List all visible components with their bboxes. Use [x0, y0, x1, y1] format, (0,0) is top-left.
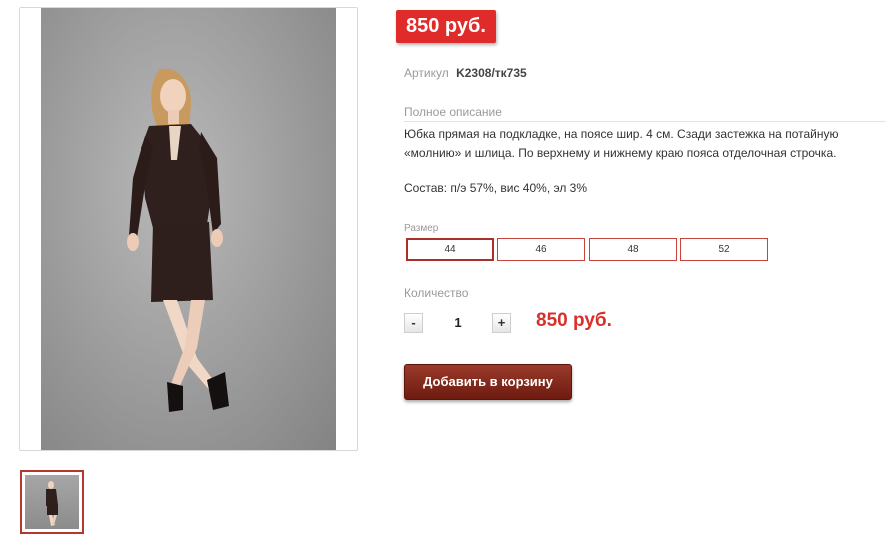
description-label: Полное описание: [404, 105, 502, 119]
add-to-cart-button[interactable]: Добавить в корзину: [404, 364, 572, 400]
model-figure: [127, 68, 229, 412]
quantity-plus-button[interactable]: +: [492, 313, 511, 333]
composition-text: Состав: п/э 57%, вис 40%, эл 3%: [404, 181, 588, 195]
description-text: Юбка прямая на подкладке, на поясе шир. …: [404, 127, 839, 160]
size-option-44[interactable]: 44: [406, 238, 494, 261]
size-option-46[interactable]: 46: [497, 238, 585, 261]
size-option-52[interactable]: 52: [680, 238, 768, 261]
size-label: Размер: [404, 223, 439, 234]
sku-label: Артикул: [404, 66, 449, 80]
quantity-label: Количество: [404, 286, 469, 300]
thumbnail-image: [25, 475, 79, 529]
quantity-value[interactable]: 1: [448, 315, 468, 330]
product-image-frame[interactable]: [19, 7, 358, 451]
size-option-48[interactable]: 48: [589, 238, 677, 261]
product-photo[interactable]: [41, 8, 336, 450]
thumbnail-figure: [46, 481, 58, 526]
description-divider: [404, 121, 886, 122]
total-price: 850 руб.: [536, 310, 612, 331]
product-thumbnail[interactable]: [20, 470, 84, 534]
price-badge: 850 руб.: [396, 10, 496, 43]
quantity-minus-button[interactable]: -: [404, 313, 423, 333]
sku-row: Артикул K2308/тк735: [404, 66, 527, 80]
sku-value: K2308/тк735: [456, 66, 527, 80]
